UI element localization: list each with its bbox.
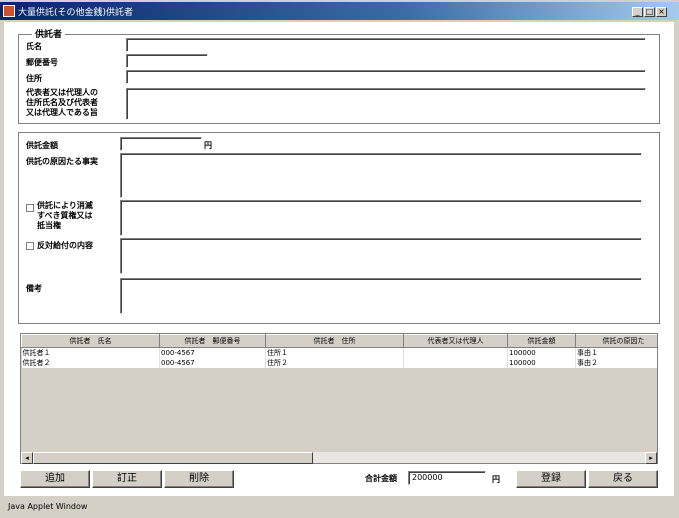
column-header-representative[interactable]: 代表者又は代理人 bbox=[403, 334, 508, 348]
column-header-name[interactable]: 供託者 氏名 bbox=[21, 334, 160, 348]
maximize-button[interactable]: □ bbox=[644, 7, 655, 17]
table-cell: 事由２ bbox=[575, 358, 657, 368]
table-cell: 供託者２ bbox=[21, 358, 160, 368]
extinguish-checkbox[interactable] bbox=[26, 204, 34, 212]
table-row[interactable]: 供託者１ 000-4567 住所１ 100000 事由１ bbox=[21, 347, 657, 358]
back-button[interactable]: 戻る bbox=[588, 470, 658, 488]
representative-label-2: 住所氏名及び代表者 bbox=[26, 98, 98, 107]
table-cell: 事由１ bbox=[575, 347, 657, 358]
cause-field[interactable] bbox=[120, 153, 642, 198]
scroll-left-icon[interactable]: ◂ bbox=[21, 452, 33, 464]
java-app-icon bbox=[3, 5, 15, 17]
add-button[interactable]: 追加 bbox=[20, 470, 90, 488]
table-cell: 000-4567 bbox=[159, 347, 266, 358]
name-field[interactable] bbox=[126, 38, 646, 52]
scroll-thumb[interactable] bbox=[33, 452, 313, 464]
extinguish-label-3: 抵当権 bbox=[37, 221, 61, 230]
depositor-table[interactable]: 供託者 氏名 供託者 郵便番号 供託者 住所 代表者又は代理人 供託金額 供託の… bbox=[20, 333, 658, 464]
address-field[interactable] bbox=[126, 70, 646, 84]
representative-field[interactable] bbox=[126, 88, 646, 120]
table-row[interactable]: 供託者２ 000-4567 住所２ 100000 事由２ bbox=[21, 358, 657, 368]
table-cell: 供託者１ bbox=[21, 347, 160, 358]
edit-button[interactable]: 訂正 bbox=[92, 470, 162, 488]
status-bar: Java Applet Window bbox=[0, 497, 679, 518]
applet-window: 大量供託(その他金銭)供託者 _ □ × 供託者 氏名 郵便番号 住所 代表者又… bbox=[0, 0, 679, 518]
extinguish-label-1: 供託により消滅 bbox=[37, 201, 93, 210]
cause-label: 供託の原因たる事実 bbox=[26, 157, 98, 166]
column-header-amount[interactable]: 供託金額 bbox=[507, 334, 576, 348]
counter-label: 反対給付の内容 bbox=[37, 241, 93, 250]
representative-label-1: 代表者又は代理人の bbox=[26, 88, 98, 97]
table-cell: 100000 bbox=[507, 358, 576, 368]
minimize-button[interactable]: _ bbox=[632, 7, 643, 17]
column-header-address[interactable]: 供託者 住所 bbox=[265, 334, 404, 348]
table-cell bbox=[403, 358, 508, 368]
table-cell bbox=[403, 347, 508, 358]
name-label: 氏名 bbox=[26, 42, 42, 51]
postal-label: 郵便番号 bbox=[26, 58, 58, 67]
register-button[interactable]: 登録 bbox=[516, 470, 586, 488]
address-label: 住所 bbox=[26, 74, 42, 83]
table-header-row: 供託者 氏名 供託者 郵便番号 供託者 住所 代表者又は代理人 供託金額 供託の… bbox=[21, 334, 657, 348]
extinguish-field[interactable] bbox=[120, 200, 642, 236]
total-label: 合計金額 bbox=[365, 474, 397, 483]
table-cell: 住所２ bbox=[265, 358, 404, 368]
total-unit: 円 bbox=[492, 475, 500, 484]
column-header-postal[interactable]: 供託者 郵便番号 bbox=[159, 334, 266, 348]
amount-field[interactable] bbox=[120, 137, 202, 151]
close-button[interactable]: × bbox=[656, 7, 667, 17]
representative-label-3: 又は代理人である旨 bbox=[26, 108, 98, 117]
table-cell: 100000 bbox=[507, 347, 576, 358]
title-bar[interactable]: 大量供託(その他金銭)供託者 _ □ × bbox=[0, 2, 679, 20]
remarks-field[interactable] bbox=[120, 278, 642, 314]
scroll-right-icon[interactable]: ▸ bbox=[645, 452, 657, 464]
table-horizontal-scrollbar[interactable]: ◂ ▸ bbox=[21, 451, 657, 464]
table-cell: 住所１ bbox=[265, 347, 404, 358]
depositor-legend: 供託者 bbox=[32, 27, 66, 40]
amount-unit: 円 bbox=[204, 141, 212, 150]
window-title: 大量供託(その他金銭)供託者 bbox=[18, 8, 134, 18]
extinguish-label-2: すべき質権又は bbox=[37, 211, 93, 220]
delete-button[interactable]: 削除 bbox=[164, 470, 234, 488]
amount-label: 供託金額 bbox=[26, 141, 58, 150]
column-header-cause[interactable]: 供託の原因た bbox=[575, 334, 657, 348]
table-cell: 000-4567 bbox=[159, 358, 266, 368]
total-field[interactable]: 200000 bbox=[408, 471, 486, 485]
status-text: Java Applet Window bbox=[8, 502, 88, 511]
postal-field[interactable] bbox=[126, 54, 208, 68]
counter-checkbox[interactable] bbox=[26, 242, 34, 250]
counter-field[interactable] bbox=[120, 238, 642, 274]
remarks-label: 備考 bbox=[26, 284, 42, 293]
